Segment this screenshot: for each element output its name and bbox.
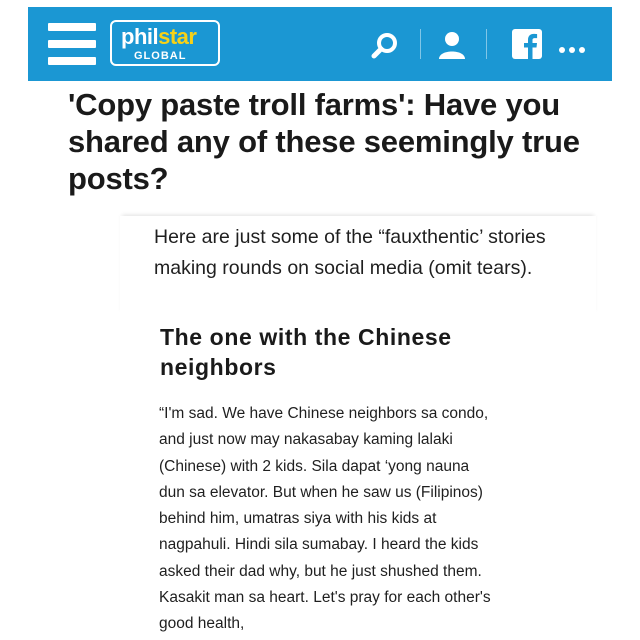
more-icon[interactable] (558, 41, 586, 59)
article-body: “I'm sad. We have Chinese neighbors sa c… (159, 405, 491, 633)
article-lead: Here are just some of the “fauxthentic’ … (154, 226, 546, 279)
user-icon[interactable] (436, 29, 468, 66)
article-headline: 'Copy paste troll farms': Have you share… (68, 87, 580, 196)
nav-divider (420, 29, 421, 59)
menu-icon[interactable] (48, 23, 96, 65)
nav-divider (486, 29, 487, 59)
logo-subtitle: GLOBAL (134, 50, 187, 62)
search-icon[interactable] (370, 31, 400, 66)
logo-wordmark: philstar (121, 24, 197, 49)
philstar-logo[interactable]: philstar GLOBAL (110, 20, 220, 66)
page: philstar GLOBAL 'Copy paste troll farms'… (0, 0, 640, 640)
section-title: The one with the Chinese neighbors (160, 324, 452, 380)
facebook-icon[interactable] (512, 29, 542, 64)
top-navbar: philstar GLOBAL (28, 7, 612, 81)
